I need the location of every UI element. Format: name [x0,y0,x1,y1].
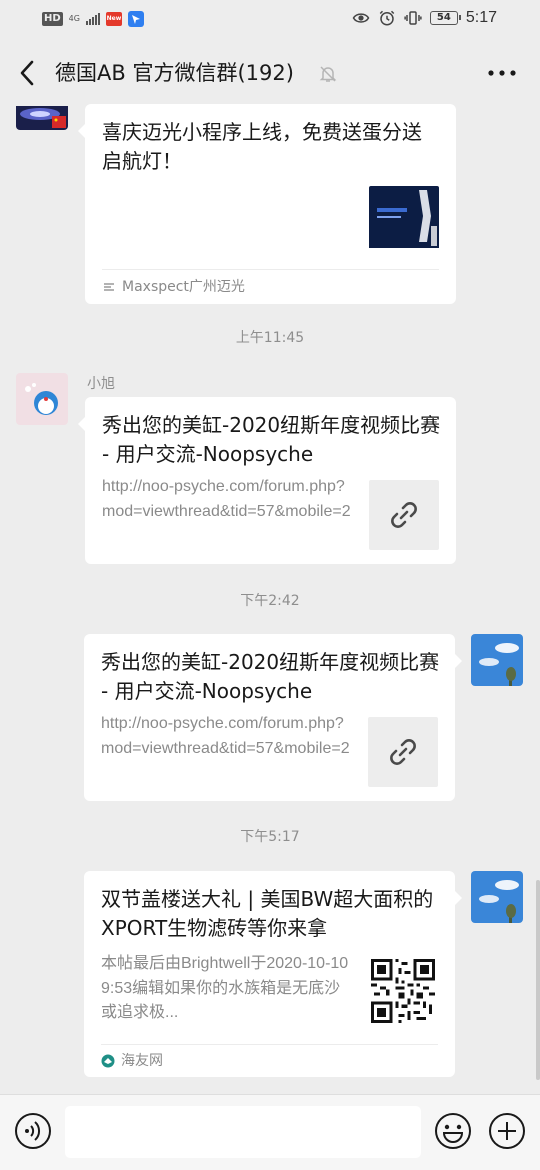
link-icon [390,739,416,765]
card-thumbnail [369,186,439,256]
card-title: 双节盖楼送大礼 | 美国BW超大面积的XPORT生物滤砖等你来拿 [101,887,434,940]
battery-icon: 54 [429,11,461,25]
card-description: http://noo-psyche.com/forum.php?mod=view… [101,715,350,757]
sky-avatar-icon [471,871,523,923]
card-thumbnail [368,956,438,1026]
timestamp: 下午5:17 [240,829,300,845]
scrollbar[interactable] [536,880,540,1080]
my-avatar[interactable] [471,634,523,686]
vibrate-icon [404,11,422,25]
card-description: http://noo-psyche.com/forum.php?mod=view… [102,478,351,520]
alarm-icon [379,10,395,26]
doraemon-avatar-icon [16,373,68,425]
eye-icon [352,13,370,23]
card-description: 本帖最后由Brightwell于2020-10-109:53编辑如果你的水族箱是… [101,955,349,1021]
card-divider [102,269,439,270]
status-left: HD 4G New [42,11,144,27]
app-preview-image [369,186,439,248]
hd-badge: HD [42,12,63,26]
more-dots-icon[interactable] [487,65,517,81]
link-icon [391,502,417,528]
app-notification-icon [127,11,144,27]
status-bar: HD 4G New 54 5:17 [0,0,540,40]
status-right: 54 5:17 [352,9,497,27]
timestamp: 下午2:42 [240,593,300,609]
message-input[interactable] [65,1106,421,1158]
message-card[interactable]: 双节盖楼送大礼 | 美国BW超大面积的XPORT生物滤砖等你来拿 本帖最后由Br… [84,871,462,1077]
card-title: 喜庆迈光小程序上线，免费送蛋分送启航灯！ [102,120,422,173]
sender-avatar[interactable] [16,373,68,425]
message-card[interactable]: 秀出您的美缸-2020纽斯年度视频比赛 - 用户交流-Noopsyche htt… [78,397,456,564]
emoji-icon[interactable] [434,1112,472,1150]
message-card[interactable]: 秀出您的美缸-2020纽斯年度视频比赛 - 用户交流-Noopsyche htt… [84,634,462,801]
card-divider [101,1044,438,1045]
chat-header: 德国AB 官方微信群(192) [0,40,540,106]
my-avatar[interactable] [471,871,523,923]
card-source-name: 海友网 [121,1053,163,1069]
card-title: 秀出您的美缸-2020纽斯年度视频比赛 - 用户交流-Noopsyche [102,413,441,466]
chat-title[interactable]: 德国AB 官方微信群(192) [55,59,294,87]
signal-icon [85,13,100,25]
voice-icon[interactable] [14,1112,52,1150]
card-thumbnail [369,480,439,550]
network-type: 4G [68,14,80,23]
timestamp: 上午11:45 [235,330,305,346]
sky-avatar-icon [471,634,523,686]
clock: 5:17 [465,9,497,26]
card-source: Maxspect广州迈光 [102,278,245,296]
qr-code [371,959,435,1023]
input-bar [0,1094,540,1170]
plus-icon[interactable] [488,1112,526,1150]
message-card[interactable]: 喜庆迈光小程序上线，免费送蛋分送启航灯！ Maxspect广州迈光 [78,104,456,304]
news-app-icon: New [105,12,122,26]
back-arrow-icon[interactable] [14,57,42,89]
site-logo-icon [101,1054,115,1068]
miniprogram-icon [104,283,114,291]
card-source-name: Maxspect广州迈光 [122,279,245,295]
card-source: 海友网 [101,1052,163,1070]
sender-name: 小旭 [87,376,115,392]
card-title: 秀出您的美缸-2020纽斯年度视频比赛 - 用户交流-Noopsyche [101,650,440,703]
mute-bell-icon [319,66,337,82]
card-thumbnail [368,717,438,787]
